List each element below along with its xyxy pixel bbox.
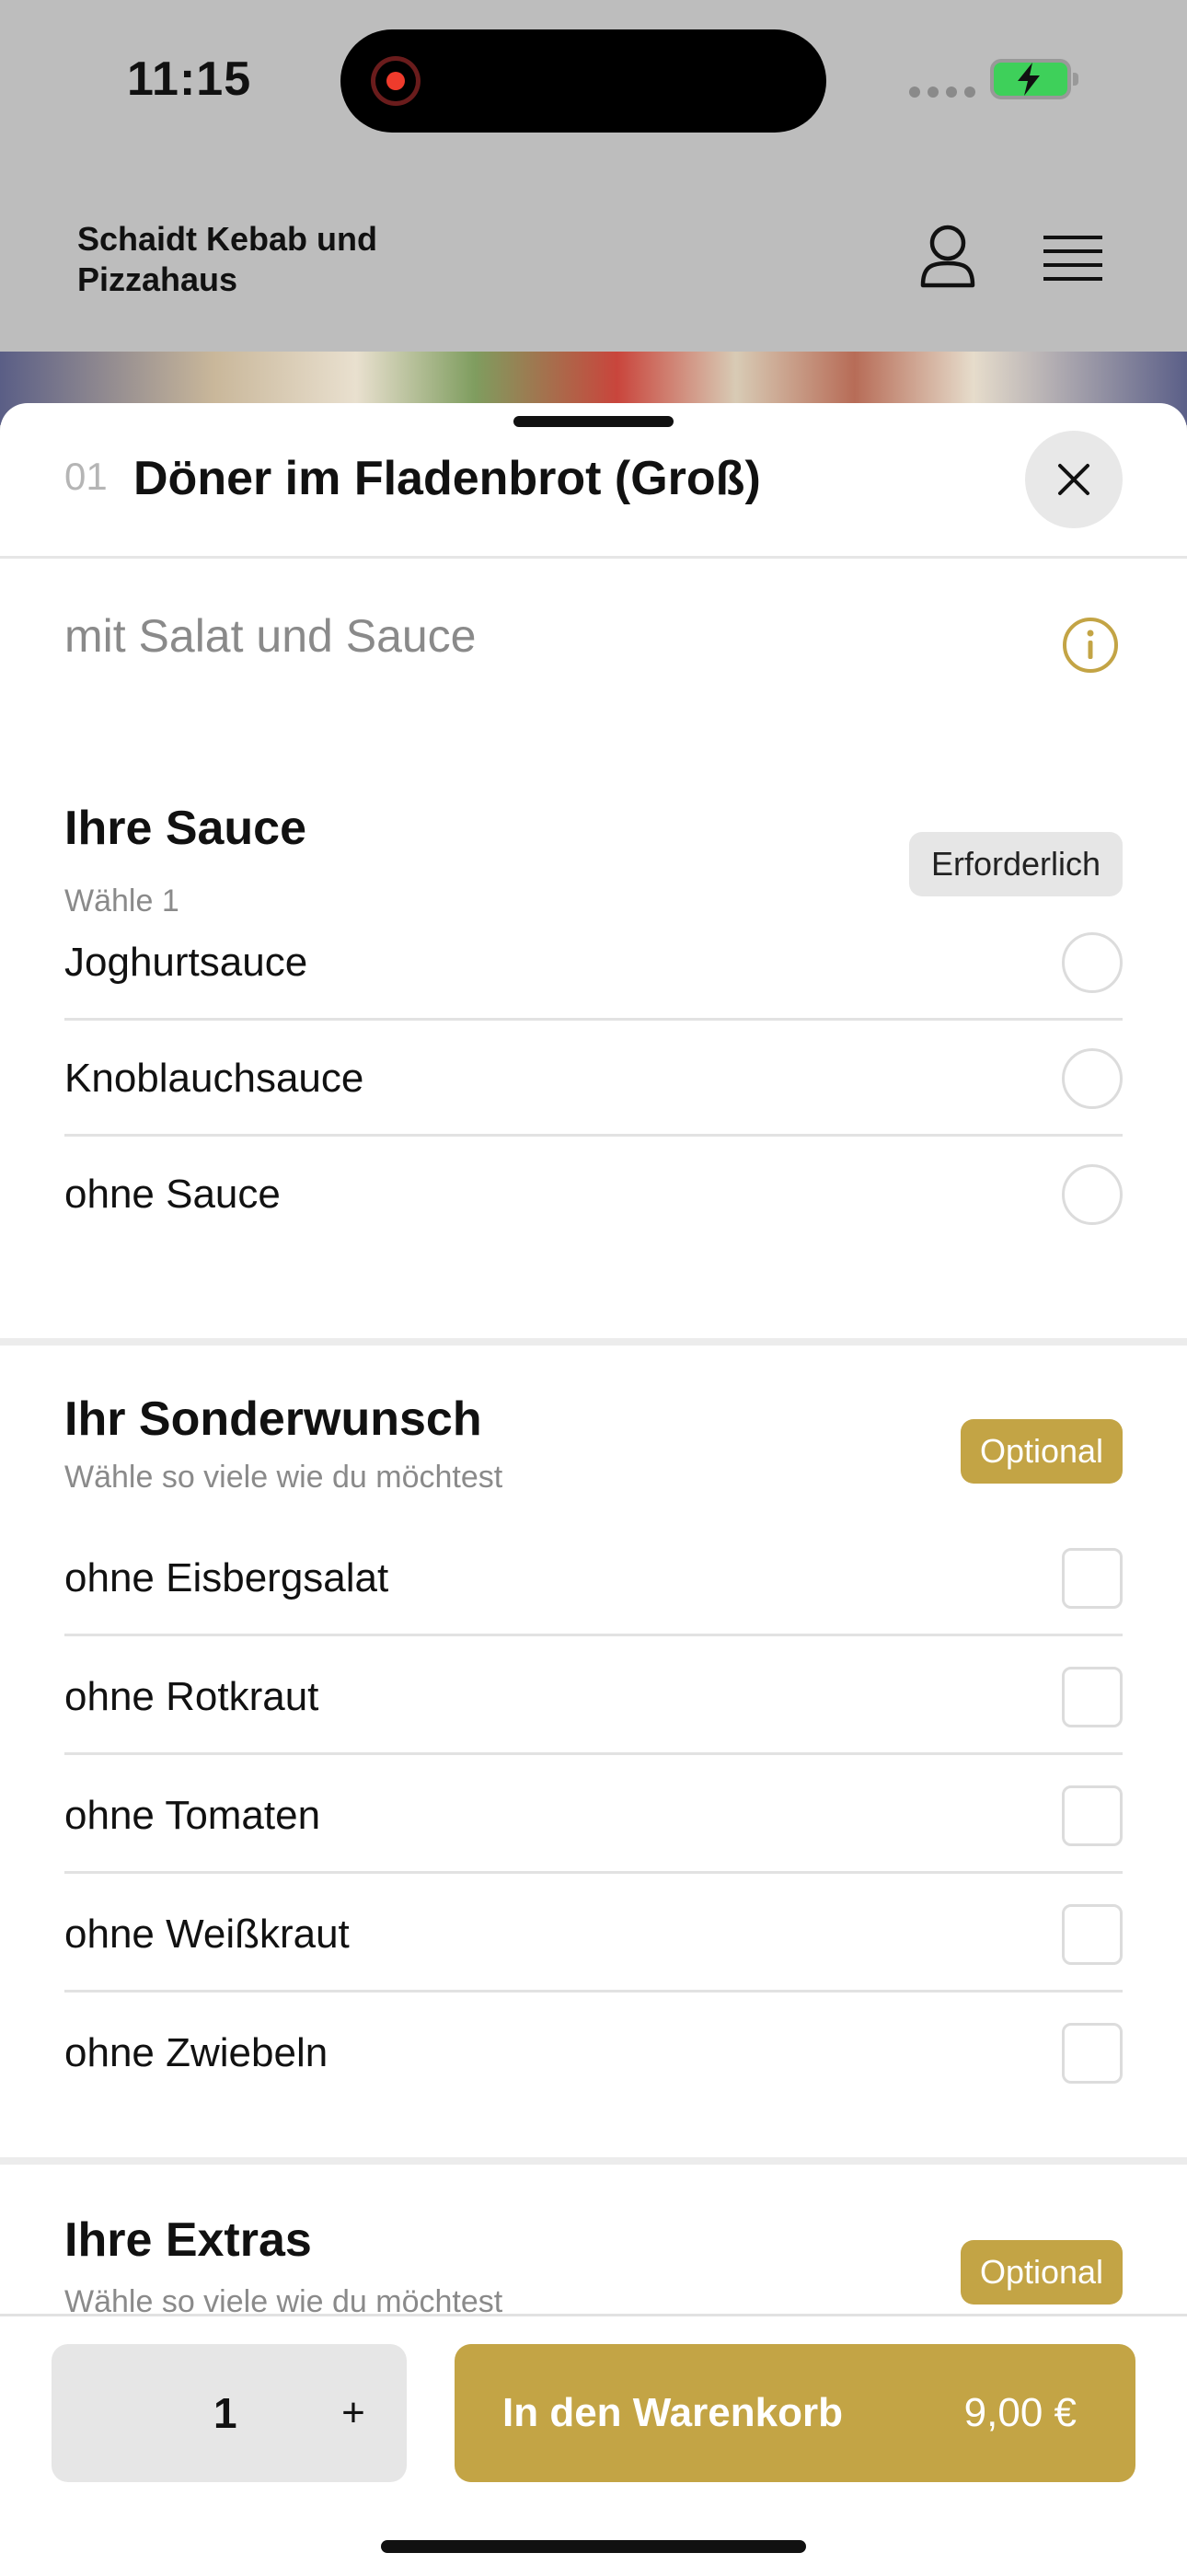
increment-button[interactable]: + xyxy=(324,2344,383,2482)
radio-button[interactable] xyxy=(1062,932,1123,993)
wish-option-rotkraut[interactable]: ohne Rotkraut xyxy=(64,1639,1123,1755)
item-title: Döner im Fladenbrot (Groß) xyxy=(133,452,761,505)
checkbox[interactable] xyxy=(1062,1548,1123,1609)
checkbox[interactable] xyxy=(1062,1904,1123,1965)
add-to-cart-button[interactable]: In den Warenkorb 9,00 € xyxy=(455,2344,1135,2482)
restaurant-name: Schaidt Kebab und Pizzahaus xyxy=(77,220,378,298)
wish-section-subtitle: Wähle so viele wie du möchtest xyxy=(64,1460,503,1495)
optional-badge: Optional xyxy=(961,1419,1123,1484)
wish-option-eisbergsalat[interactable]: ohne Eisbergsalat xyxy=(64,1520,1123,1636)
option-label: ohne Sauce xyxy=(64,1172,281,1217)
optional-badge: Optional xyxy=(961,2240,1123,2305)
section-divider xyxy=(0,2157,1187,2165)
radio-button[interactable] xyxy=(1062,1048,1123,1109)
required-badge: Erforderlich xyxy=(909,832,1123,896)
checkbox[interactable] xyxy=(1062,1667,1123,1727)
dynamic-island xyxy=(340,29,826,133)
status-time: 11:15 xyxy=(127,52,252,106)
user-icon[interactable] xyxy=(918,225,977,289)
add-to-cart-label: In den Warenkorb xyxy=(502,2390,843,2435)
option-label: Joghurtsauce xyxy=(64,940,308,985)
radio-button[interactable] xyxy=(1062,1164,1123,1225)
sauce-section-title: Ihre Sauce xyxy=(64,802,307,855)
record-icon xyxy=(371,56,421,106)
bottom-action-bar: 1 + In den Warenkorb 9,00 € xyxy=(0,2314,1187,2576)
option-label: ohne Zwiebeln xyxy=(64,2030,328,2075)
close-icon xyxy=(1058,464,1089,495)
section-divider xyxy=(0,1338,1187,1346)
wish-section-title: Ihr Sonderwunsch xyxy=(64,1392,482,1446)
product-sheet: 01 Döner im Fladenbrot (Groß) mit Salat … xyxy=(0,403,1187,2573)
wish-option-tomaten[interactable]: ohne Tomaten xyxy=(64,1758,1123,1874)
item-description: mit Salat und Sauce xyxy=(64,610,477,662)
sauce-option-knoblauchsauce[interactable]: Knoblauchsauce xyxy=(64,1021,1123,1137)
wish-option-weisskraut[interactable]: ohne Weißkraut xyxy=(64,1877,1123,1993)
status-bar: 11:15 xyxy=(0,0,1187,166)
signal-icon xyxy=(909,87,975,98)
sauce-option-joghurtsauce[interactable]: Joghurtsauce xyxy=(64,905,1123,1021)
wish-option-zwiebeln[interactable]: ohne Zwiebeln xyxy=(64,1995,1123,2111)
info-icon[interactable] xyxy=(1062,617,1119,674)
quantity-value: 1 xyxy=(213,2389,237,2437)
option-label: ohne Rotkraut xyxy=(64,1674,319,1719)
option-label: ohne Eisbergsalat xyxy=(64,1555,389,1600)
checkbox[interactable] xyxy=(1062,2023,1123,2084)
battery-charging-icon xyxy=(990,59,1078,99)
option-label: ohne Tomaten xyxy=(64,1793,321,1838)
home-indicator[interactable] xyxy=(381,2540,806,2553)
checkbox[interactable] xyxy=(1062,1785,1123,1846)
quantity-stepper: 1 + xyxy=(52,2344,407,2482)
menu-icon[interactable] xyxy=(1043,234,1102,283)
sauce-option-ohne-sauce[interactable]: ohne Sauce xyxy=(64,1137,1123,1253)
price-label: 9,00 € xyxy=(963,2390,1077,2435)
option-label: Knoblauchsauce xyxy=(64,1056,364,1101)
option-label: ohne Weißkraut xyxy=(64,1912,350,1957)
app-header: Schaidt Kebab und Pizzahaus xyxy=(0,166,1187,350)
close-button[interactable] xyxy=(1025,431,1123,528)
item-number: 01 xyxy=(64,455,108,498)
sheet-header: 01 Döner im Fladenbrot (Groß) xyxy=(0,403,1187,559)
extras-section-title: Ihre Extras xyxy=(64,2213,312,2267)
sheet-grabber[interactable] xyxy=(513,416,674,427)
